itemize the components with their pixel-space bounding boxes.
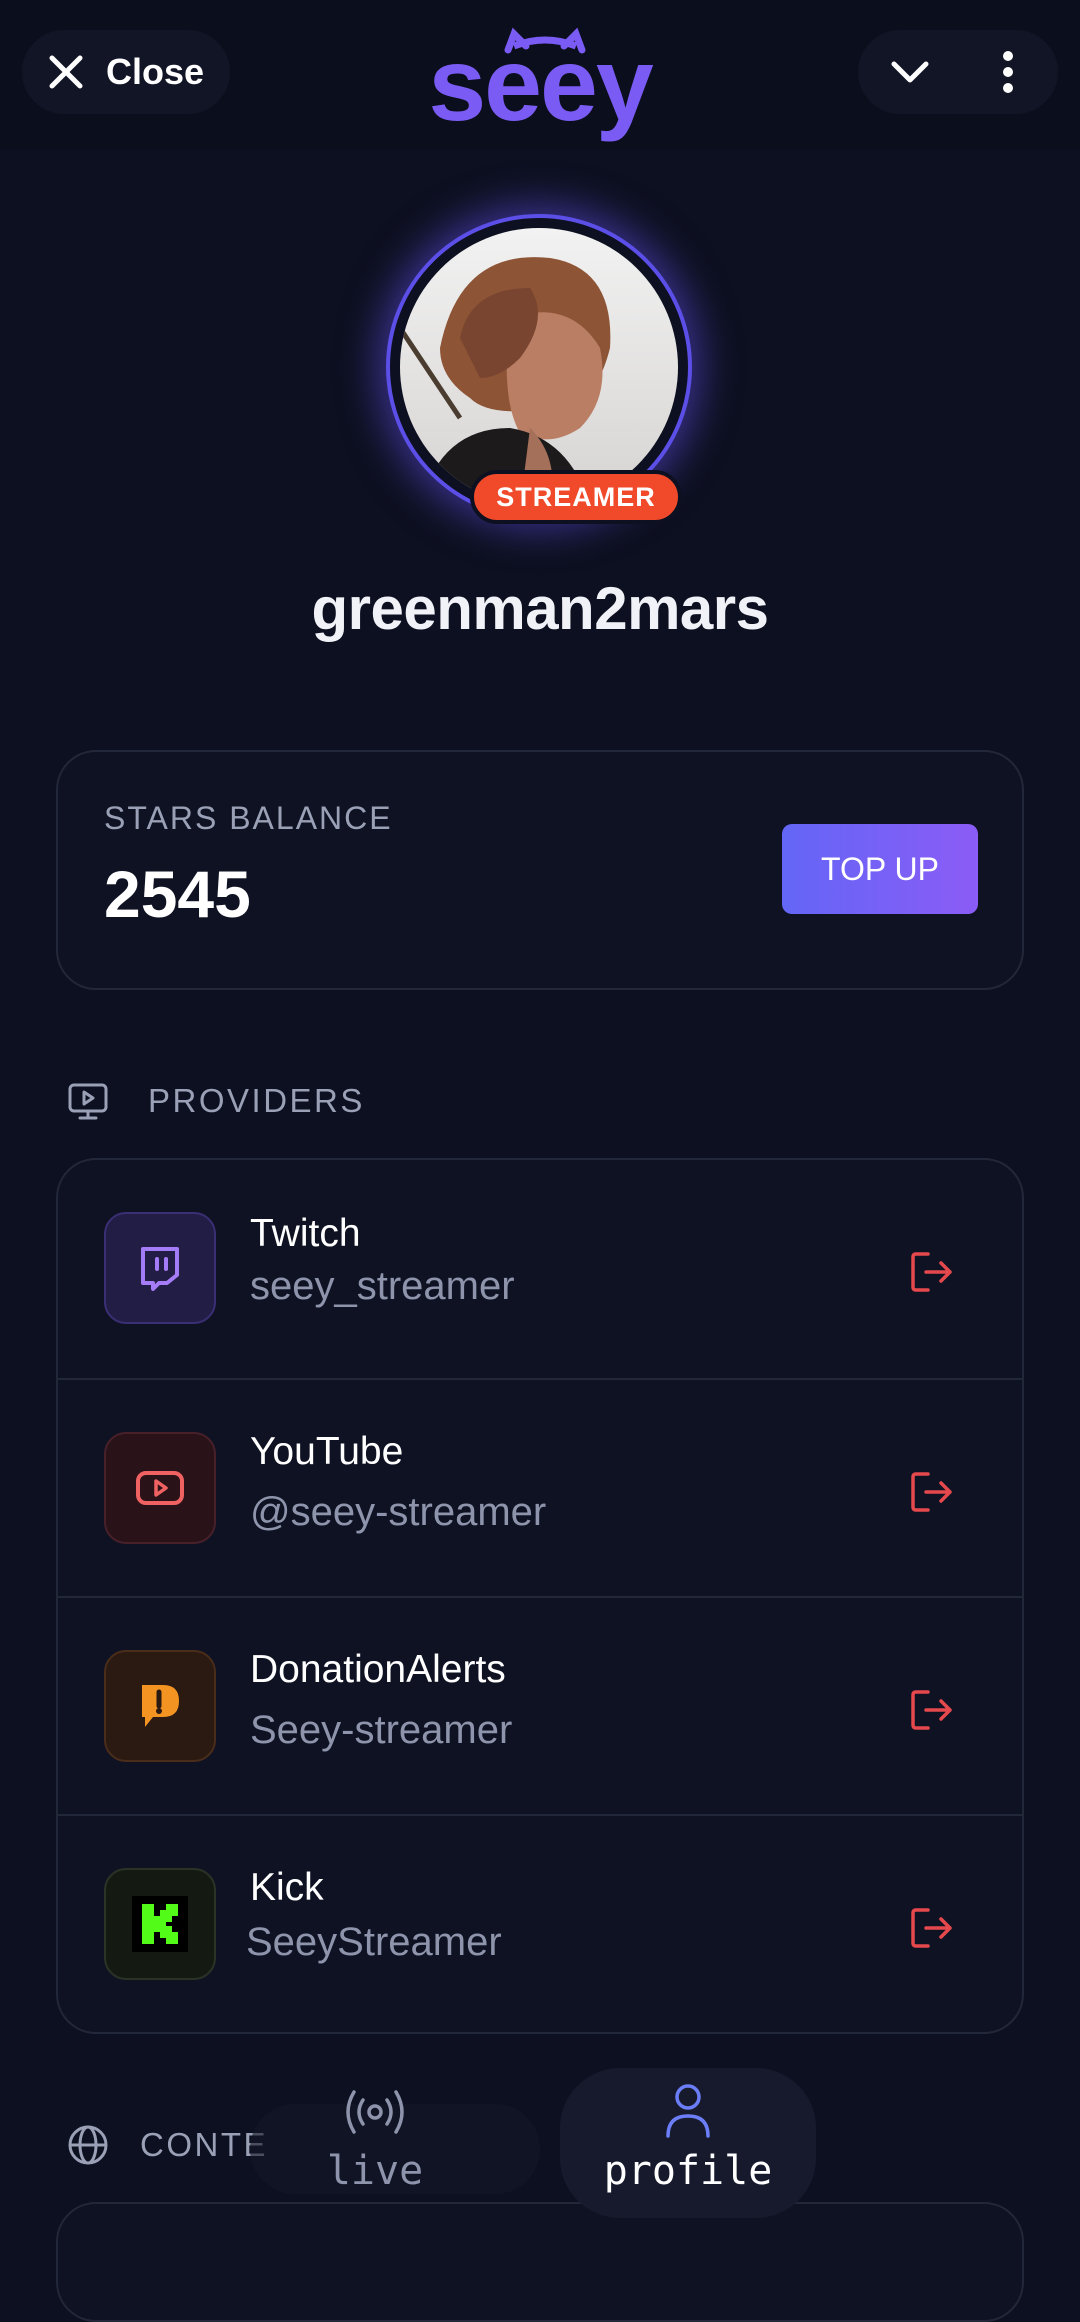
disconnect-icon[interactable] bbox=[908, 1904, 956, 1952]
avatar-image bbox=[400, 228, 678, 506]
provider-name: DonationAlerts bbox=[250, 1648, 506, 1691]
content-header: CONTE bbox=[66, 2120, 268, 2170]
providers-list: Twitch seey_streamer YouTube @seey-strea… bbox=[56, 1158, 1024, 2034]
disconnect-icon[interactable] bbox=[908, 1686, 956, 1734]
provider-handle: @seey-streamer bbox=[250, 1490, 547, 1534]
stars-balance-label: STARS BALANCE bbox=[104, 800, 393, 836]
window-controls bbox=[858, 30, 1058, 114]
provider-name: Kick bbox=[250, 1866, 324, 1909]
provider-name: YouTube bbox=[250, 1430, 404, 1473]
provider-handle: seey_streamer bbox=[250, 1264, 515, 1308]
provider-row-kick[interactable]: Kick SeeyStreamer bbox=[58, 1814, 1022, 2032]
top-up-button[interactable]: TOP UP bbox=[782, 824, 978, 914]
more-options-icon[interactable] bbox=[998, 50, 1018, 94]
provider-row-youtube[interactable]: YouTube @seey-streamer bbox=[58, 1378, 1022, 1598]
user-icon bbox=[666, 2084, 710, 2138]
provider-row-twitch[interactable]: Twitch seey_streamer bbox=[58, 1160, 1022, 1378]
username: greenman2mars bbox=[311, 575, 769, 642]
youtube-icon bbox=[104, 1432, 216, 1544]
twitch-icon bbox=[104, 1212, 216, 1324]
seey-logo: seey bbox=[410, 20, 670, 150]
close-label: Close bbox=[106, 51, 205, 92]
donationalerts-icon bbox=[104, 1650, 216, 1762]
stars-balance-value: 2545 bbox=[104, 857, 251, 931]
broadcast-icon bbox=[346, 2090, 404, 2134]
chevron-down-icon[interactable] bbox=[888, 54, 932, 90]
close-button[interactable]: Close bbox=[22, 30, 230, 114]
globe-icon bbox=[68, 2125, 108, 2165]
provider-row-donationalerts[interactable]: DonationAlerts Seey-streamer bbox=[58, 1596, 1022, 1816]
provider-handle: SeeyStreamer bbox=[246, 1920, 502, 1964]
streamer-badge: STREAMER bbox=[470, 470, 682, 524]
provider-handle: Seey-streamer bbox=[250, 1708, 513, 1752]
nav-profile-label: profile bbox=[603, 2148, 773, 2194]
providers-label: PROVIDERS bbox=[148, 1082, 365, 1119]
monitor-play-icon bbox=[68, 1083, 108, 1120]
logo-text: seey bbox=[428, 27, 653, 143]
nav-profile[interactable]: profile bbox=[560, 2068, 816, 2218]
disconnect-icon[interactable] bbox=[908, 1248, 956, 1296]
bottom-nav: live profile bbox=[250, 2064, 820, 2224]
close-icon bbox=[49, 55, 83, 89]
content-label: CONTE bbox=[140, 2126, 268, 2163]
providers-header: PROVIDERS bbox=[66, 1076, 365, 1126]
nav-live[interactable]: live bbox=[250, 2064, 500, 2224]
nav-live-label: live bbox=[326, 2148, 424, 2194]
disconnect-icon[interactable] bbox=[908, 1468, 956, 1516]
provider-name: Twitch bbox=[250, 1212, 361, 1255]
kick-icon bbox=[104, 1868, 216, 1980]
